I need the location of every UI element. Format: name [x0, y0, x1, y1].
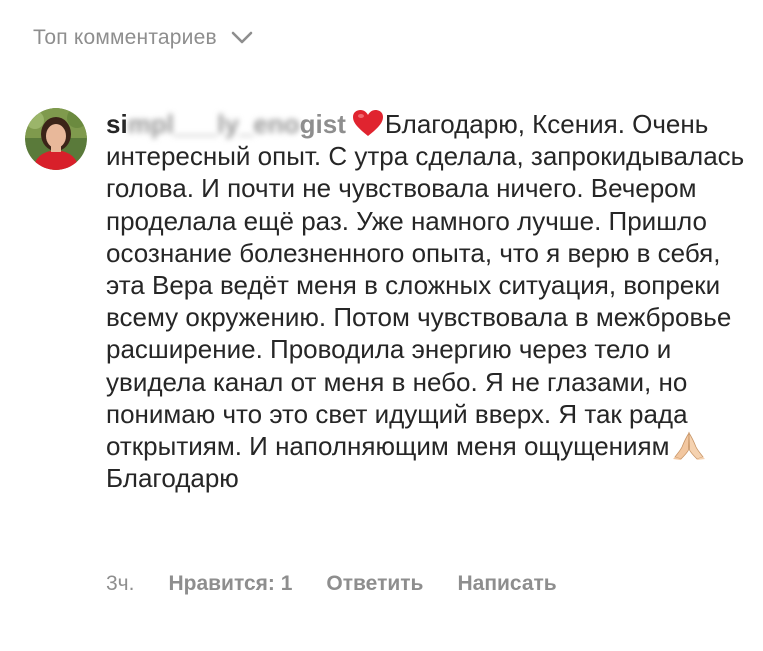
- sort-comments-dropdown[interactable]: Топ комментариев: [33, 26, 253, 50]
- comment-text-end: Благодарю: [106, 463, 239, 494]
- write-message-button[interactable]: Написать: [457, 572, 556, 596]
- timestamp: 3ч.: [106, 572, 135, 595]
- comment-text-main: Благодарю, Ксения. Очень интересный опыт…: [106, 109, 745, 462]
- chevron-down-icon: [231, 31, 253, 44]
- likes-count-button[interactable]: Нравится: 1: [168, 572, 292, 596]
- reply-button[interactable]: Ответить: [326, 572, 423, 596]
- sort-label: Топ комментариев: [33, 26, 217, 49]
- comment-meta-bar: 3ч. Нравится: 1 Ответить Написать: [106, 572, 591, 596]
- username-link[interactable]: simpl___ly_enogist: [106, 109, 346, 139]
- heart-emoji-icon: [352, 110, 383, 136]
- praying-hands-emoji-icon: [672, 431, 705, 461]
- comment-text: simpl___ly_enogist Благодарю, Ксения. Оч…: [106, 108, 746, 494]
- avatar[interactable]: [25, 108, 87, 170]
